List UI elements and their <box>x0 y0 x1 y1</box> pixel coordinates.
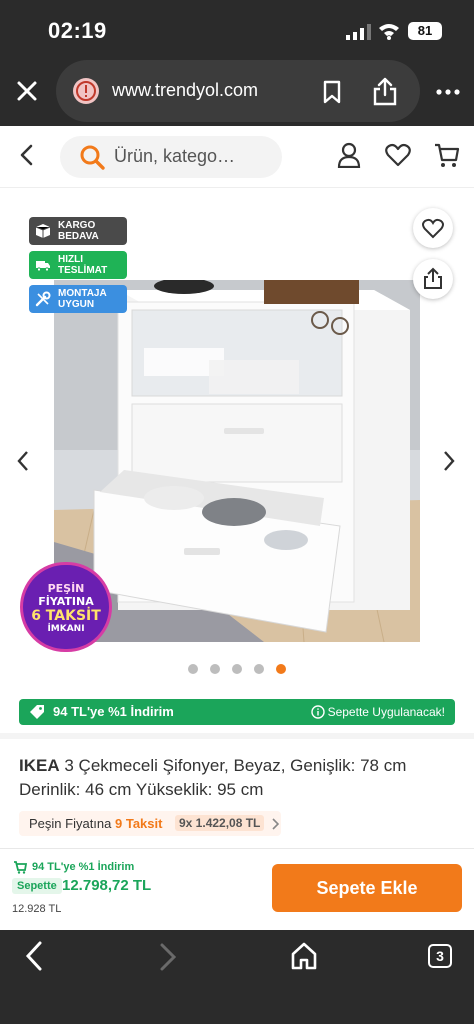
installment-info[interactable]: Peşin Fiyatına 9 Taksit 9x 1.422,08 TL <box>19 811 281 836</box>
tabs-button[interactable]: 3 <box>428 944 452 968</box>
nav-forward-icon[interactable] <box>158 942 178 972</box>
gallery-dot-active[interactable] <box>276 664 286 674</box>
gallery-next-icon[interactable] <box>442 450 456 472</box>
badge-line2: UYGUN <box>58 299 95 310</box>
heart-icon <box>422 218 444 239</box>
signal-icon <box>346 24 371 40</box>
product-title: IKEA 3 Çekmeceli Şifonyer, Beyaz, Genişl… <box>19 754 459 802</box>
bookmark-icon[interactable] <box>322 80 342 104</box>
installment-label: Peşin Fiyatına <box>29 816 112 831</box>
add-to-cart-button[interactable]: Sepete Ekle <box>272 864 462 912</box>
badge-free-shipping: KARGO BEDAVA <box>29 217 127 245</box>
discount-text: 94 TL'ye %1 İndirim <box>53 704 174 719</box>
site-warning-icon[interactable] <box>72 77 100 105</box>
gallery-dot[interactable] <box>254 664 264 674</box>
tag-icon <box>30 705 44 719</box>
gallery-dot[interactable] <box>210 664 220 674</box>
gallery-dot[interactable] <box>188 664 198 674</box>
sticker-line4: İMKANI <box>47 624 85 634</box>
share-icon[interactable] <box>372 76 398 106</box>
gallery-prev-icon[interactable] <box>16 450 30 472</box>
basket-label: Sepette <box>12 878 62 894</box>
badge-line2: BEDAVA <box>58 231 99 242</box>
share-button[interactable] <box>413 259 453 299</box>
back-icon[interactable] <box>18 144 34 166</box>
share-icon <box>424 267 442 289</box>
sticker-line1: PEŞİN <box>47 582 85 595</box>
wifi-icon <box>379 24 399 40</box>
product-name: 3 Çekmeceli Şifonyer, Beyaz, Genişlik: 7… <box>19 756 407 799</box>
discount-note: Sepette Uygulanacak! <box>327 705 445 719</box>
cart-icon[interactable] <box>434 142 460 168</box>
tab-count: 3 <box>436 948 444 964</box>
favorite-button[interactable] <box>413 208 453 248</box>
cart-discount-text: 94 TL'ye %1 İndirim <box>32 861 135 873</box>
search-placeholder: Ürün, katego… <box>114 146 236 166</box>
gallery-dot[interactable] <box>232 664 242 674</box>
badge-fast-delivery: HIZLI TESLİMAT <box>29 251 127 279</box>
browser-nav-bar <box>0 930 474 1024</box>
installment-sticker: PEŞİN FİYATINA 6 TAKSİT İMKANI <box>20 562 112 652</box>
badge-line1: MONTAJA <box>58 288 107 299</box>
product-brand[interactable]: IKEA <box>19 756 60 775</box>
close-icon[interactable] <box>16 80 38 102</box>
nav-back-icon[interactable] <box>24 940 44 972</box>
sticker-line3: 6 TAKSİT <box>31 608 101 624</box>
tools-icon <box>35 291 51 307</box>
favorites-icon[interactable] <box>385 143 411 167</box>
badge-line2: TESLİMAT <box>58 265 108 276</box>
box-icon <box>35 224 51 238</box>
battery-indicator: 81 <box>408 22 442 40</box>
status-time: 02:19 <box>48 18 107 43</box>
account-icon[interactable] <box>337 142 361 168</box>
info-icon <box>311 705 325 719</box>
home-icon[interactable] <box>291 942 317 970</box>
installment-amount: 9x 1.422,08 TL <box>175 815 265 831</box>
basket-price: 12.798,72 TL <box>62 877 152 894</box>
discount-banner[interactable]: 94 TL'ye %1 İndirim Sepette Uygulanacak! <box>19 699 455 725</box>
sticker-line2: FİYATINA <box>38 595 94 608</box>
installment-highlight: 9 Taksit <box>115 816 163 831</box>
cart-discount-icon <box>14 861 27 874</box>
search-icon <box>80 145 105 170</box>
badge-line1: HIZLI <box>58 254 83 265</box>
chevron-right-icon <box>272 818 279 830</box>
truck-icon <box>36 261 50 272</box>
section-divider <box>0 733 474 739</box>
badge-line1: KARGO <box>58 220 96 231</box>
more-icon[interactable] <box>436 88 460 96</box>
url-text: www.trendyol.com <box>112 80 259 100</box>
old-price: 12.928 TL <box>12 903 62 915</box>
badge-assembly: MONTAJA UYGUN <box>29 285 127 313</box>
